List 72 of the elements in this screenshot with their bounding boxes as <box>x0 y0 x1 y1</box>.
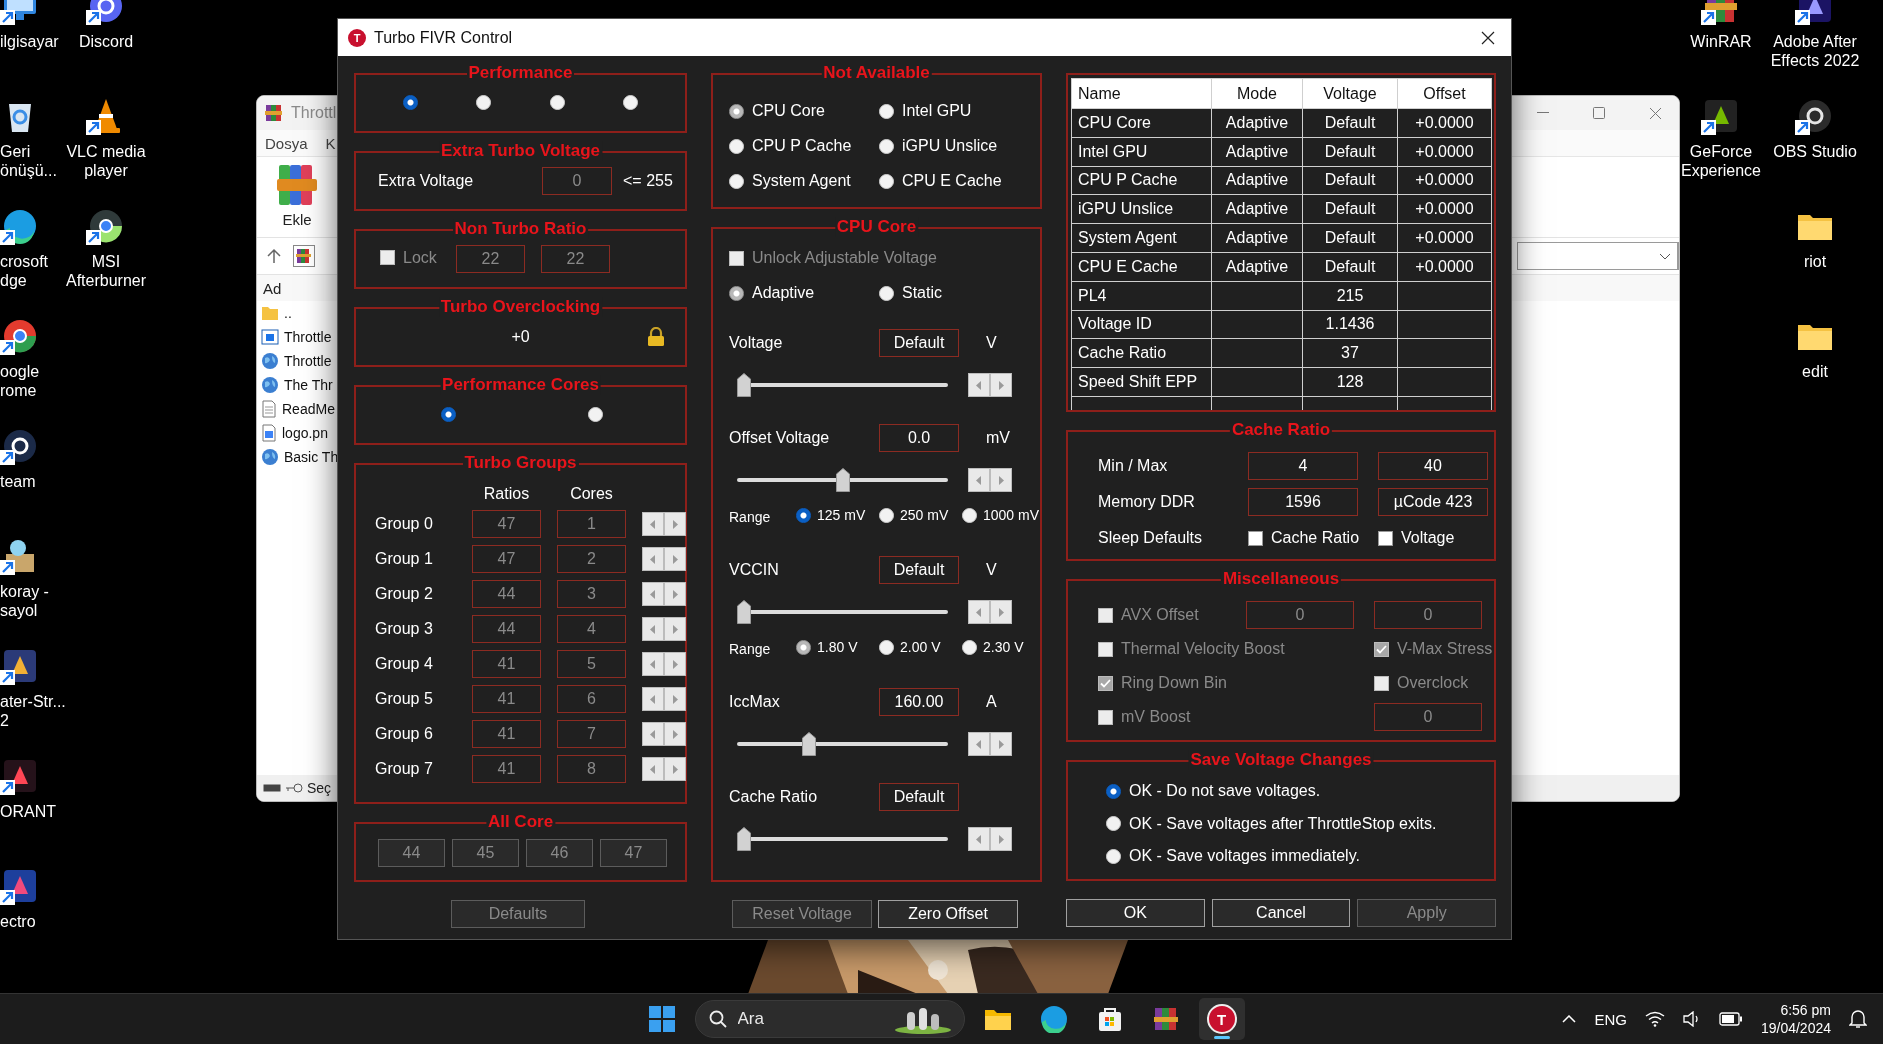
group-title: Extra Turbo Voltage <box>439 141 602 161</box>
table-cell: +0.0000 <box>1397 252 1492 282</box>
app-logo: T <box>1206 1004 1237 1034</box>
field-label: Sleep Defaults <box>1098 529 1204 547</box>
row-label: Group 2 <box>375 585 434 603</box>
app-logo: T <box>348 28 366 47</box>
table-cell: Speed Shift EPP <box>1071 367 1212 397</box>
table-cell: Default <box>1302 194 1398 224</box>
table-cell: 37 <box>1302 338 1398 368</box>
table-cell: Adaptive <box>1211 223 1303 253</box>
field-label: Memory DDR <box>1098 493 1196 511</box>
row-label: Group 0 <box>375 515 434 533</box>
unit-label: V <box>985 334 998 352</box>
table-cell: System Agent <box>1071 223 1212 253</box>
table-cell: Default <box>1302 108 1398 138</box>
table-cell: +0.0000 <box>1397 108 1492 138</box>
range-label: Range <box>729 509 772 525</box>
column-header: Mode <box>1211 78 1303 109</box>
table-cell: Adaptive <box>1211 166 1303 195</box>
row-label: Group 4 <box>375 655 434 673</box>
window-title: Turbo FIVR Control <box>374 28 513 47</box>
column-header: Voltage <box>1302 78 1398 109</box>
table-cell: 128 <box>1302 367 1398 397</box>
column-header: Offset <box>1397 78 1492 109</box>
field-label: Offset Voltage <box>729 429 831 447</box>
table-cell: Voltage ID <box>1071 310 1212 339</box>
table-cell: Default <box>1302 166 1398 195</box>
field-label: IccMax <box>729 693 781 711</box>
row-label: Group 7 <box>375 760 434 778</box>
table-cell: iGPU Unslice <box>1071 194 1212 224</box>
row-label: Group 3 <box>375 620 434 638</box>
range-label: Range <box>729 641 772 657</box>
table-cell: CPU P Cache <box>1071 166 1212 195</box>
overclock-value: +0 <box>511 328 530 346</box>
field-label: Extra Voltage <box>378 172 475 190</box>
group-title: Turbo Overclocking <box>438 297 603 317</box>
unit-label: mV <box>985 429 1011 447</box>
table-cell: 215 <box>1302 281 1398 311</box>
unit-label: V <box>985 561 998 579</box>
field-label: Min / Max <box>1098 457 1169 475</box>
unit-label: A <box>985 693 998 711</box>
status-text: Seç <box>307 780 332 796</box>
table-cell: Default <box>1302 223 1398 253</box>
table-cell: CPU Core <box>1071 108 1212 138</box>
window-title: Throttl <box>291 104 337 122</box>
column-header: Name <box>1071 78 1212 109</box>
field-label: Cache Ratio <box>729 788 819 806</box>
column-header: Cores <box>569 485 614 503</box>
table-cell: Default <box>1302 137 1398 167</box>
table-cell: Cache Ratio <box>1071 338 1212 368</box>
row-label: Group 5 <box>375 690 434 708</box>
table-cell: Adaptive <box>1211 252 1303 282</box>
group-title: Save Voltage Changes <box>1188 750 1374 770</box>
table-cell: +0.0000 <box>1397 223 1492 253</box>
table-cell: PL4 <box>1071 281 1212 311</box>
table-cell: +0.0000 <box>1397 166 1492 195</box>
table-cell: CPU E Cache <box>1071 252 1212 282</box>
row-label: Group 6 <box>375 725 434 743</box>
table-cell: 1.1436 <box>1302 310 1398 339</box>
limit-text: <= 255 <box>623 172 673 190</box>
field-label: VCCIN <box>729 561 780 579</box>
table-cell: +0.0000 <box>1397 137 1492 167</box>
table-cell: Adaptive <box>1211 194 1303 224</box>
field-label: Voltage <box>729 334 784 352</box>
table-cell: Intel GPU <box>1071 137 1212 167</box>
table-cell: Adaptive <box>1211 108 1303 138</box>
table-cell: +0.0000 <box>1397 194 1492 224</box>
row-label: Group 1 <box>375 550 434 568</box>
table-cell: Default <box>1302 252 1398 282</box>
column-header: Ratios <box>482 485 531 503</box>
table-cell: Adaptive <box>1211 137 1303 167</box>
group-title: Turbo Groups <box>462 453 579 473</box>
